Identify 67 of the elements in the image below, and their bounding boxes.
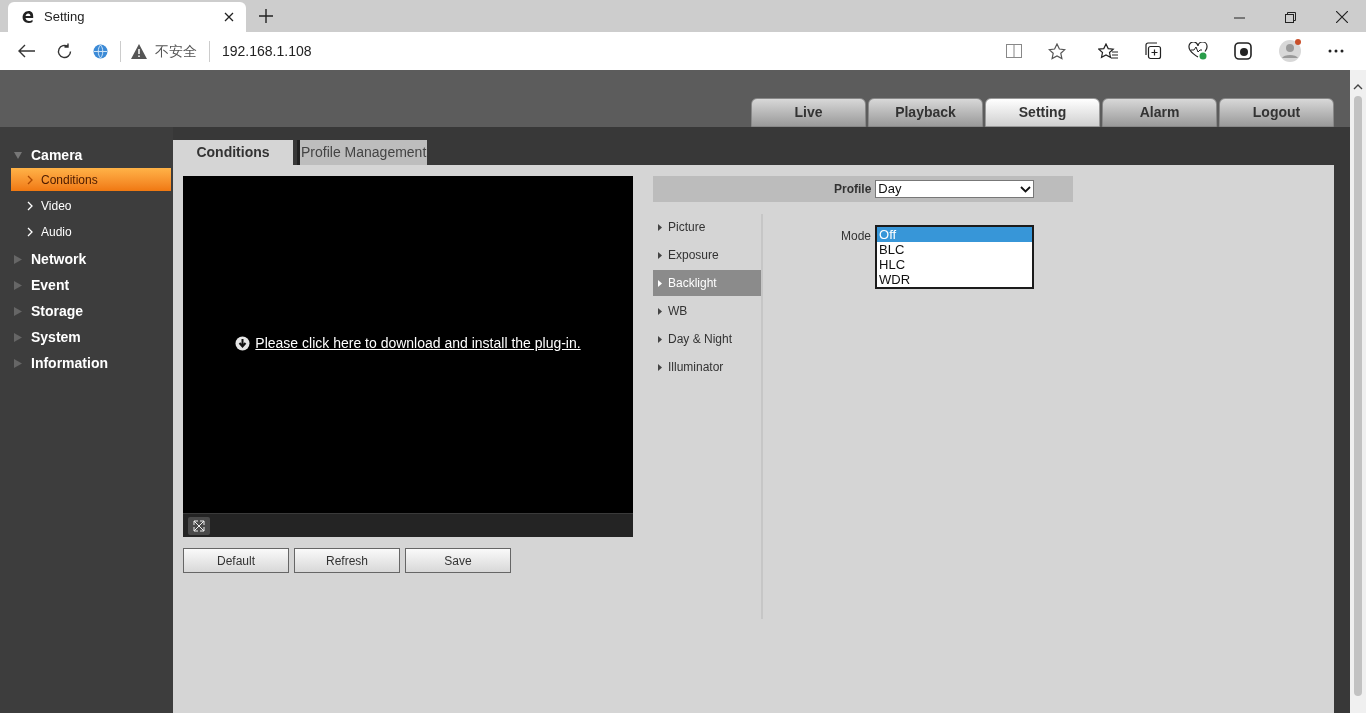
nav-tab[interactable]: Alarm [1102, 98, 1217, 127]
caret-right-icon [658, 363, 662, 371]
caret-right-icon [658, 335, 662, 343]
mode-option[interactable]: WDR [877, 272, 1033, 287]
action-button[interactable]: Save [405, 548, 511, 573]
profile-label: Profile [834, 181, 872, 198]
plugin-link[interactable]: Please click here to download and install the plug-in. [255, 332, 581, 354]
caret-right-icon [658, 251, 662, 259]
sidebar-item[interactable]: Storage [31, 300, 84, 322]
close-icon[interactable] [1336, 11, 1348, 23]
chevron-down-icon [1020, 185, 1032, 193]
security-label[interactable]: 不安全 [155, 40, 197, 62]
nav-tab[interactable]: Live [751, 98, 866, 127]
avatar-icon[interactable] [1278, 39, 1302, 63]
sidebar-subitem[interactable]: Conditions [11, 168, 171, 191]
back-icon[interactable] [18, 44, 36, 58]
sidebar-item[interactable]: Event [31, 274, 70, 296]
profile-dropdown[interactable]: Day [875, 180, 1035, 198]
tab-title: Setting [44, 8, 86, 27]
caret-right-icon [658, 307, 662, 315]
more-icon[interactable] [1328, 49, 1344, 53]
chevron-right-icon [27, 174, 33, 185]
chevron-right-icon [27, 226, 33, 237]
health-icon[interactable] [1188, 42, 1208, 60]
settings-menu-item[interactable]: Day & Night [653, 326, 761, 352]
nav-tab[interactable]: Setting [985, 98, 1100, 127]
collections-icon[interactable] [1144, 42, 1162, 60]
settings-menu-item[interactable]: WB [653, 298, 761, 324]
action-button[interactable]: Refresh [294, 548, 400, 573]
settings-menu-item[interactable]: Illuminator [653, 354, 761, 380]
reading-view-icon[interactable] [1006, 44, 1022, 58]
scrollbar[interactable] [1350, 70, 1366, 713]
content-tab[interactable]: Profile Management [297, 140, 428, 165]
action-button[interactable]: Default [183, 548, 289, 573]
edge-logo-icon[interactable] [1234, 42, 1252, 60]
mode-option[interactable]: HLC [877, 257, 1033, 272]
download-icon [235, 335, 251, 351]
favorites-icon[interactable] [1098, 42, 1118, 60]
browser-tab[interactable]: Setting [8, 2, 246, 32]
settings-menu-item[interactable]: Exposure [653, 242, 761, 268]
sidebar-subitem[interactable]: Video [11, 194, 171, 217]
mode-option[interactable]: BLC [877, 242, 1033, 257]
sidebar-subitem[interactable]: Audio [11, 220, 171, 243]
close-icon[interactable] [224, 12, 234, 22]
nav-tab[interactable]: Playback [868, 98, 983, 127]
scroll-up-icon[interactable] [1353, 84, 1363, 90]
fullscreen-icon[interactable] [188, 516, 210, 535]
caret-right-icon [658, 223, 662, 231]
content-tab[interactable]: Conditions [173, 140, 293, 165]
chevron-right-icon [27, 200, 33, 211]
sidebar-item[interactable]: Information [31, 352, 108, 374]
browser-logo-icon [20, 9, 36, 25]
sidebar-item[interactable]: System [31, 326, 81, 348]
sidebar-item[interactable]: Network [31, 248, 87, 270]
globe-icon [93, 43, 108, 59]
mode-listbox[interactable]: Off BLC HLC WDR [875, 225, 1035, 289]
new-tab-icon[interactable] [259, 9, 273, 23]
address-field[interactable]: 192.168.1.108 [209, 40, 986, 62]
star-icon[interactable] [1048, 42, 1066, 60]
mode-label: Mode [841, 228, 872, 245]
restore-icon[interactable] [1285, 11, 1296, 23]
reload-icon[interactable] [56, 42, 73, 60]
sidebar-item[interactable]: Camera [31, 144, 83, 166]
settings-menu-item[interactable]: Picture [653, 214, 761, 240]
warning-icon [131, 43, 147, 59]
caret-right-icon [658, 279, 662, 287]
nav-tab[interactable]: Logout [1219, 98, 1334, 127]
